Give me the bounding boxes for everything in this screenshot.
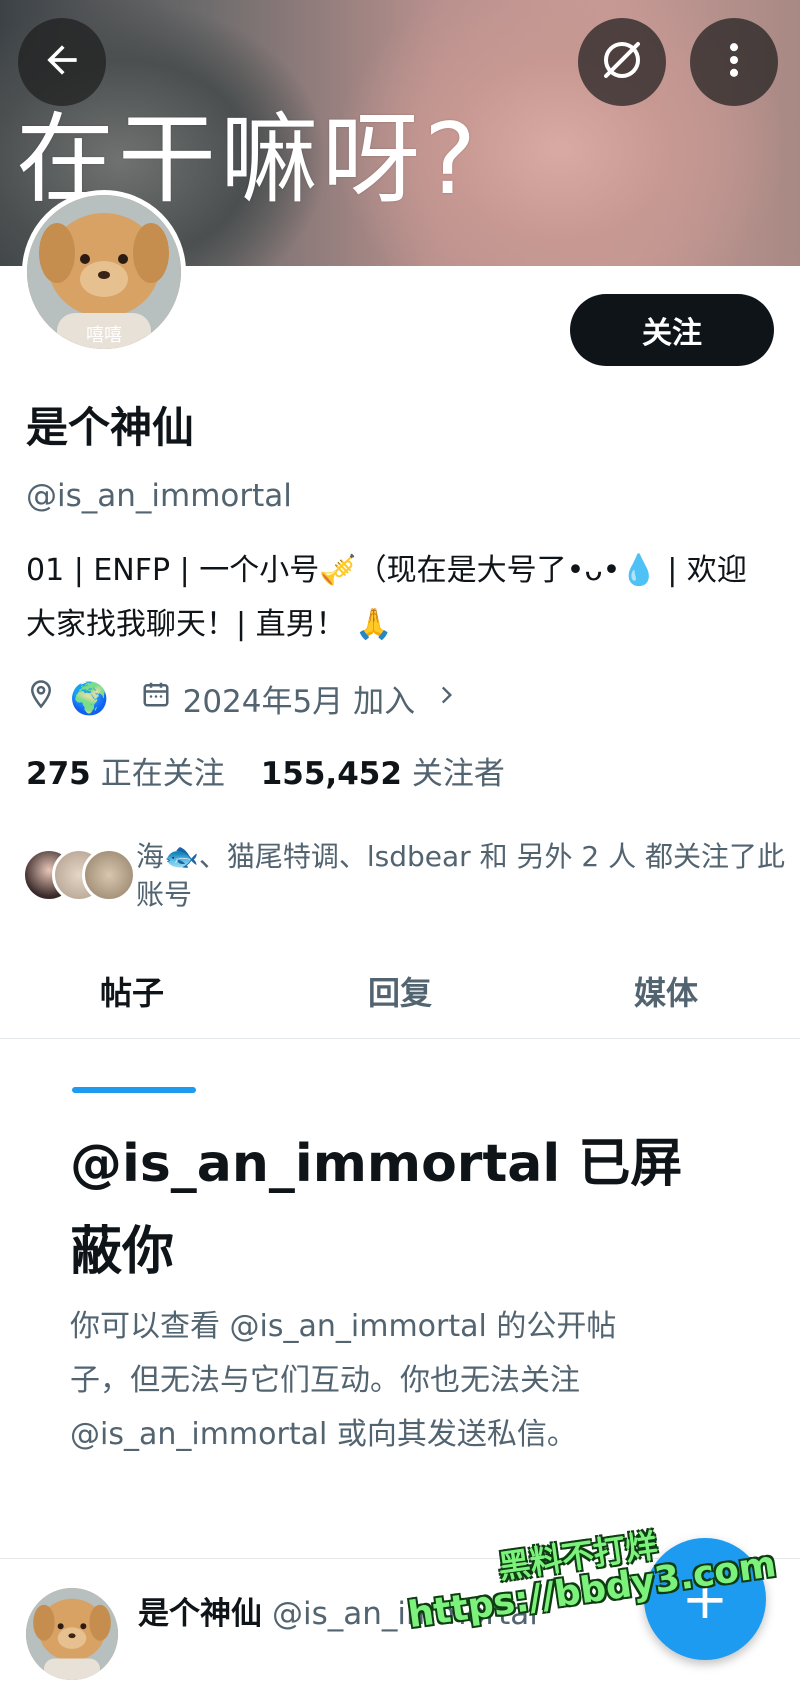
back-button[interactable] [18,18,106,106]
followers-count: 155,452 [260,756,402,792]
display-name: 是个神仙 [26,403,195,452]
followed-by-row[interactable]: 海🐟、猫尾特调、lsdbear 和 另外 2 人 都关注了此账号 [22,838,785,911]
following-label: 正在关注 [100,756,225,792]
teddy-bear-avatar-image [26,1588,118,1680]
block-status-button[interactable] [578,18,666,106]
profile-tabs: 帖子 回复 媒体 [0,944,800,1039]
calendar-icon [141,679,171,717]
post-avatar[interactable] [26,1588,118,1680]
post-author-name[interactable]: 是个神仙 [138,1596,262,1632]
back-arrow-icon [40,38,84,86]
followers-stat[interactable]: 155,452 关注者 [261,748,505,793]
profile-meta: 🌍 2024年5月 加入 [26,672,459,724]
location-pin-icon [26,679,56,717]
profile-handle: @is_an_immortal [26,478,292,514]
active-tab-indicator [72,1087,196,1093]
followed-by-text: 海🐟、猫尾特调、lsdbear 和 另外 2 人 都关注了此账号 [136,840,785,911]
tab-media[interactable]: 媒体 [634,944,698,1038]
teddy-bear-avatar-image: 嘻嘻 [27,195,181,349]
blocked-title: @is_an_immortal 已屏蔽你 [70,1134,683,1282]
tab-replies[interactable]: 回复 [368,944,432,1038]
follow-stats: 275 正在关注 155,452 关注者 [26,748,505,793]
location-text: 🌍 [70,680,109,717]
join-date[interactable]: 2024年5月 加入 [183,676,415,721]
tab-posts[interactable]: 帖子 [100,944,164,1038]
followers-label: 关注者 [411,756,505,792]
block-circle-icon [598,36,646,88]
blocked-description: 你可以查看 @is_an_immortal 的公开帖子，但无法与它们互动。你也无… [70,1309,617,1452]
chevron-right-icon[interactable] [433,680,459,716]
follow-button[interactable]: 关注 [570,294,774,366]
profile-avatar[interactable]: 嘻嘻 [22,190,186,354]
more-vertical-icon [712,38,756,86]
more-options-button[interactable] [690,18,778,106]
following-count: 275 [26,756,91,792]
avatar-caption: 嘻嘻 [86,325,122,346]
following-stat[interactable]: 275 正在关注 [26,748,225,793]
profile-bio: 01 | ENFP | 一个小号🎺（现在是大号了•ᴗ•💧 | 欢迎大家找我聊天！… [26,553,747,642]
follower-avatar [82,848,136,902]
